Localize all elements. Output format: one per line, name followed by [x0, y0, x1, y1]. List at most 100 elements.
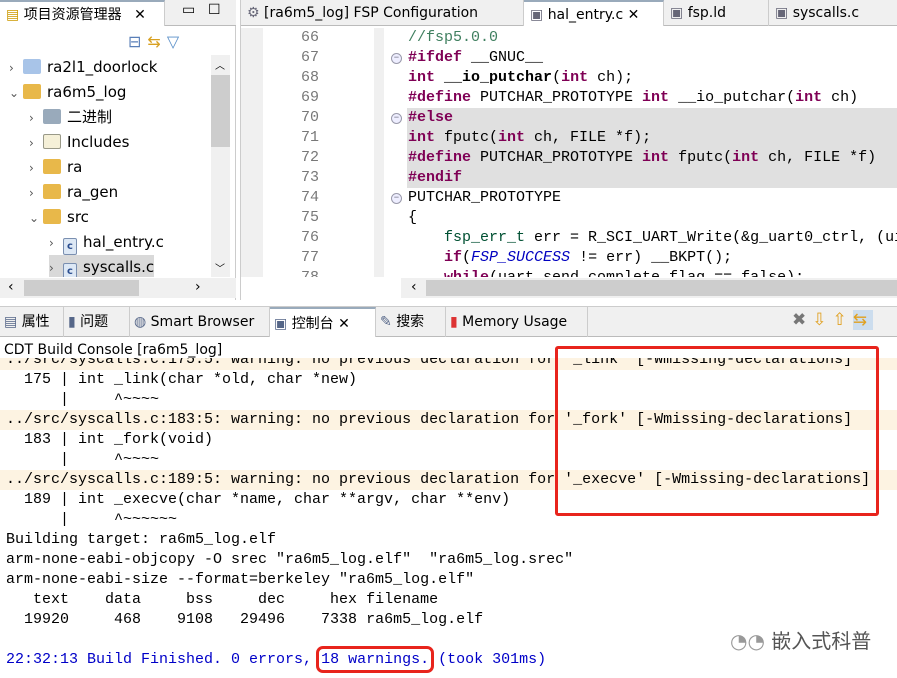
- c-file-icon: ▣: [775, 5, 793, 21]
- console-icon: ▣: [274, 316, 292, 332]
- link-icon[interactable]: ⇆: [852, 310, 873, 330]
- code-line: while(uart_send_complete_flag == false);: [408, 268, 804, 277]
- source-folder-error-icon: [43, 159, 61, 174]
- bottom-tab[interactable]: ✎ 搜索: [376, 307, 446, 337]
- tab-project-explorer[interactable]: ▤ 项目资源管理器 ✕: [0, 0, 165, 26]
- watermark: ◔◔ 嵌入式科普: [730, 629, 872, 653]
- console-line: text data bss dec hex filename: [6, 591, 439, 608]
- console-line: arm-none-eabi-objcopy -O srec "ra6m5_log…: [6, 551, 574, 568]
- code-area[interactable]: 66//fsp5.0.0 67− #ifdef __GNUC__ 68 int __io…: [241, 28, 897, 277]
- console-panel: ▤ 属性 ▮ 问题 ◍ Smart Browser ▣ 控制台 ✕ ✎ 搜索 ▮ Memo…: [0, 306, 897, 677]
- tree-item[interactable]: › ra2l1_doorlock: [9, 55, 157, 80]
- tree-item-label: syscalls.c: [83, 258, 155, 276]
- bottom-tab[interactable]: ◍ Smart Browser: [130, 307, 270, 337]
- close-icon[interactable]: ✕: [623, 7, 640, 23]
- bottom-tab[interactable]: ▮ 问题: [64, 307, 130, 337]
- line-number: 67: [300, 49, 319, 66]
- c-project-error-icon: [23, 84, 41, 99]
- c-file-warning-icon: c: [63, 263, 77, 277]
- chevron-right-icon[interactable]: ›: [29, 131, 43, 156]
- tree-horizontal-scrollbar[interactable]: ‹ ›: [0, 278, 236, 298]
- problems-icon: ▮: [68, 314, 81, 330]
- code-line: PUTCHAR_PROTOTYPE: [408, 189, 562, 206]
- chevron-right-icon[interactable]: ›: [49, 256, 63, 277]
- fold-toggle-icon[interactable]: −: [391, 53, 402, 64]
- chevron-right-icon[interactable]: ›: [29, 181, 43, 206]
- code-line: #ifdef __GNUC__: [408, 49, 544, 66]
- arrow-down-icon[interactable]: ⇩: [812, 310, 832, 330]
- chevron-right-icon[interactable]: ›: [29, 106, 43, 131]
- code-line: int __io_putchar(int ch);: [408, 69, 634, 86]
- memory-usage-icon: ▮: [450, 314, 463, 330]
- highlight-box-warnings: [555, 346, 879, 516]
- close-icon[interactable]: ✕: [134, 7, 146, 23]
- tree-item-label: hal_entry.c: [83, 233, 164, 251]
- search-icon: ✎: [380, 314, 397, 330]
- project-explorer-tabbar: ▤ 项目资源管理器 ✕ ▭ ☐: [0, 0, 236, 26]
- tree-item[interactable]: › ra: [29, 155, 82, 180]
- source-folder-icon: [43, 184, 61, 199]
- scrollbar-thumb[interactable]: [426, 280, 897, 296]
- chevron-right-icon[interactable]: ›: [29, 156, 43, 181]
- bottom-tab[interactable]: ▤ 属性: [0, 307, 64, 337]
- gear-icon: ⚙: [247, 5, 265, 21]
- bottom-tab[interactable]: ▮ Memory Usage: [446, 307, 588, 337]
- smart-browser-icon: ◍: [134, 314, 151, 330]
- includes-icon: [43, 134, 61, 149]
- remove-launch-icon[interactable]: ✖: [792, 310, 812, 330]
- fold-toggle-icon[interactable]: −: [391, 113, 402, 124]
- line-number: 69: [300, 89, 319, 106]
- minimize-icon[interactable]: ▭: [182, 2, 195, 18]
- warnings-count: 18 warnings.: [316, 646, 435, 673]
- wechat-icon: ◔◔: [730, 629, 765, 653]
- tree-item-label: 二进制: [67, 108, 113, 126]
- scrollbar-thumb[interactable]: [24, 280, 139, 296]
- c-file-icon: ▣: [530, 7, 548, 23]
- tree-item[interactable]: › c hal_entry.c: [49, 230, 164, 255]
- arrow-up-icon[interactable]: ⇧: [833, 310, 853, 330]
- chevron-right-icon[interactable]: ›: [49, 231, 63, 256]
- tree-item[interactable]: ⌄ ra6m5_log: [9, 80, 126, 105]
- tree-item[interactable]: ⌄ src: [29, 205, 89, 230]
- tree-item-label: ra2l1_doorlock: [47, 58, 158, 76]
- line-number: 68: [300, 69, 319, 86]
- chevron-right-icon[interactable]: ›: [9, 56, 23, 81]
- filter-icon[interactable]: ▽: [167, 32, 185, 51]
- project-explorer-icon: ▤: [6, 7, 20, 23]
- editor-tab[interactable]: ▣ hal_entry.c ✕: [524, 0, 664, 26]
- bottom-tab-label: 问题: [80, 314, 109, 330]
- editor-tab[interactable]: ▣ fsp.ld: [664, 0, 769, 26]
- tree-item[interactable]: › ra_gen: [29, 180, 118, 205]
- code-line: #endif: [408, 169, 463, 186]
- tree-item[interactable]: › 二进制: [29, 105, 112, 130]
- link-with-editor-icon[interactable]: ⇆: [147, 32, 166, 51]
- tree-item-label: ra: [67, 158, 83, 176]
- bottom-tabbar: ▤ 属性 ▮ 问题 ◍ Smart Browser ▣ 控制台 ✕ ✎ 搜索 ▮ Memo…: [0, 307, 897, 337]
- editor-tab[interactable]: ⚙ [ra6m5_log] FSP Configuration: [241, 0, 524, 26]
- code-editor-panel: ⚙ [ra6m5_log] FSP Configuration ▣ hal_ent…: [240, 0, 897, 300]
- maximize-icon[interactable]: ☐: [208, 2, 221, 18]
- editor-tab-label: [ra6m5_log] FSP Configuration: [264, 5, 479, 21]
- editor-tab-label: fsp.ld: [687, 5, 727, 21]
- collapse-all-icon[interactable]: ⊟: [128, 32, 147, 51]
- bottom-tab-label: 搜索: [396, 314, 425, 330]
- line-number: 77: [300, 249, 319, 266]
- project-explorer-panel: ▤ 项目资源管理器 ✕ ▭ ☐ ⊟⇆▽ › ra2l1_doorlock ⌄ ra6m…: [0, 0, 236, 300]
- close-icon[interactable]: ✕: [334, 316, 350, 332]
- fold-toggle-icon[interactable]: −: [391, 193, 402, 204]
- scrollbar-thumb[interactable]: [211, 75, 230, 147]
- editor-tab[interactable]: ▣ syscalls.c: [769, 0, 897, 26]
- tree-vertical-scrollbar[interactable]: ︿ ﹀: [211, 55, 230, 277]
- tree-item-label: src: [67, 208, 89, 226]
- tree-item[interactable]: › Includes: [29, 130, 129, 155]
- chevron-down-icon[interactable]: ⌄: [29, 206, 43, 231]
- line-number: 66: [300, 29, 319, 46]
- editor-horizontal-scrollbar[interactable]: ‹: [401, 278, 897, 298]
- binaries-icon: [43, 109, 61, 124]
- line-number: 72: [300, 149, 319, 166]
- bottom-tab[interactable]: ▣ 控制台 ✕: [270, 307, 376, 337]
- tree-item-label: ra6m5_log: [47, 83, 127, 101]
- tree-item[interactable]: › c syscalls.c: [49, 255, 155, 277]
- chevron-down-icon[interactable]: ⌄: [9, 81, 23, 106]
- c-file-icon: c: [63, 238, 77, 255]
